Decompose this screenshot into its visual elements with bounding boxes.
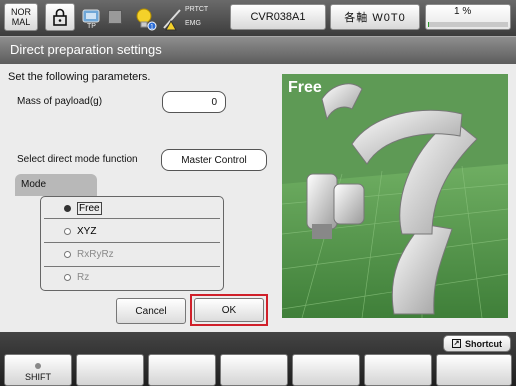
mode-option-rxryrz: RxRyRz	[44, 243, 220, 265]
mode-option-label: Rz	[77, 271, 90, 283]
divider	[44, 218, 220, 219]
mode-option-rz: Rz	[44, 266, 220, 288]
mode-option-label: RxRyRz	[77, 248, 114, 260]
mass-input[interactable]: 0	[162, 91, 226, 113]
radio-selected-icon	[64, 204, 71, 212]
speed-bar-track	[428, 22, 508, 27]
mode-button[interactable]: NOR MAL	[4, 3, 38, 31]
function-key-3[interactable]	[220, 354, 288, 386]
radio-icon	[64, 250, 71, 258]
robot-image-caption: Free	[288, 79, 322, 96]
function-select[interactable]: Master Control	[161, 149, 267, 171]
mode-option-label: Free	[77, 201, 102, 215]
shift-label: SHIFT	[25, 372, 51, 382]
mass-label: Mass of payload(g)	[17, 96, 103, 107]
stop-icon	[108, 10, 122, 24]
speed-bar-fill	[428, 22, 429, 27]
axis-mode-button[interactable]: 各軸 W0T0	[330, 4, 420, 30]
radio-icon	[64, 273, 71, 281]
function-key-5[interactable]	[364, 354, 432, 386]
function-key-4[interactable]	[292, 354, 360, 386]
shortcut-label: Shortcut	[465, 338, 502, 349]
function-key-2[interactable]	[148, 354, 216, 386]
mode-label-line2: MAL	[11, 17, 31, 27]
emg-label: EMG	[185, 20, 201, 27]
radio-icon	[64, 227, 71, 235]
function-label: Select direct mode function	[17, 154, 138, 165]
page-title: Direct preparation settings	[10, 42, 162, 57]
lock-icon	[53, 8, 67, 26]
lightbulb-icon: 1	[134, 6, 158, 32]
lock-button[interactable]	[45, 3, 75, 31]
shift-key[interactable]: SHIFT	[4, 354, 72, 386]
robot-preview-image	[282, 74, 508, 318]
shortcut-button[interactable]: ↗ Shortcut	[443, 335, 511, 352]
mode-group-label: Mode	[15, 174, 97, 196]
mode-label-line1: NOR	[11, 7, 31, 17]
mode-option-free[interactable]: Free	[44, 197, 220, 219]
robot-select-button[interactable]: CVR038A1	[230, 4, 326, 30]
teach-pendant-icon: TP	[80, 8, 102, 32]
tp-label: TP	[87, 23, 96, 30]
shift-indicator-icon	[35, 363, 41, 369]
mode-option-label: XYZ	[77, 225, 97, 237]
function-key-1[interactable]	[76, 354, 144, 386]
protect-label: PRTCT	[185, 6, 209, 13]
emergency-icon	[160, 6, 184, 32]
function-key-6[interactable]	[436, 354, 512, 386]
shortcut-icon: ↗	[452, 339, 461, 348]
speed-value: 1 %	[454, 6, 472, 17]
instruction-text: Set the following parameters.	[8, 71, 151, 83]
cancel-button[interactable]: Cancel	[116, 298, 186, 324]
mode-option-xyz[interactable]: XYZ	[44, 220, 220, 242]
ok-button[interactable]: OK	[194, 298, 264, 322]
